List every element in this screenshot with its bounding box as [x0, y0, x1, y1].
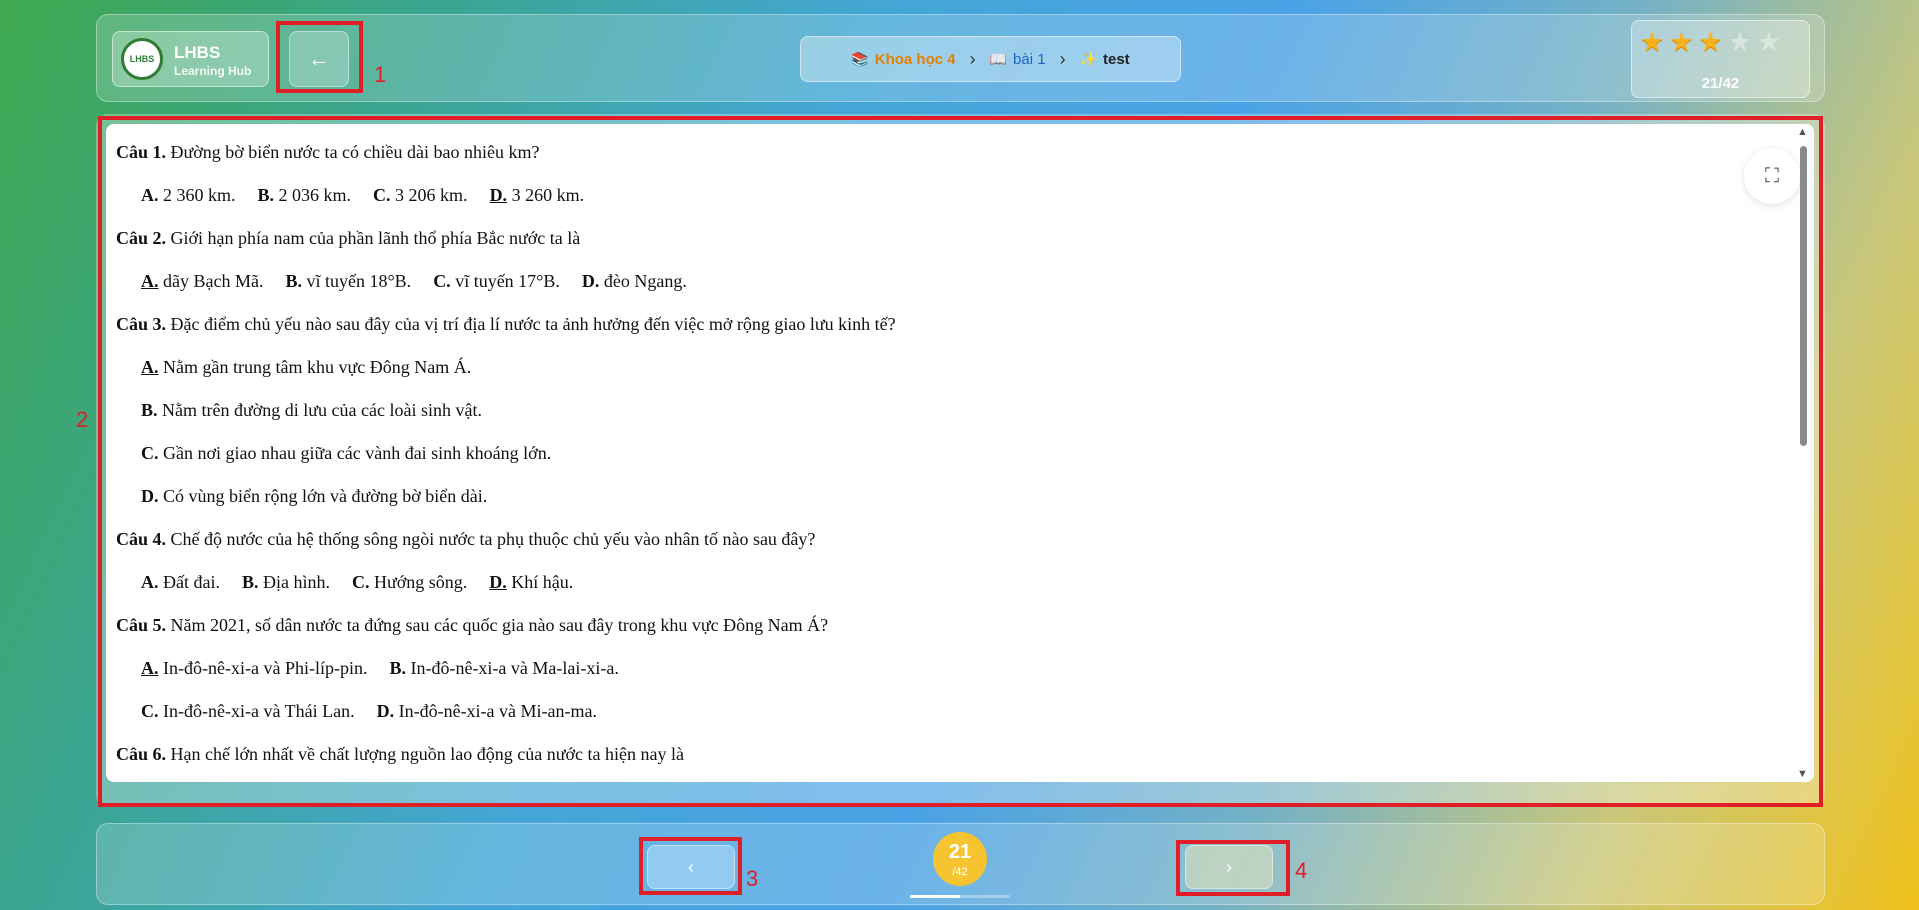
breadcrumb-current-label: test [1103, 50, 1130, 68]
annotation-box-2 [98, 116, 1823, 807]
app-logo[interactable]: LHBS LHBS Learning Hub [112, 31, 269, 87]
star-empty-icon: ★ [1727, 27, 1752, 57]
page-progress-bar [910, 895, 1010, 898]
logo-badge-icon: LHBS [121, 38, 163, 80]
annotation-box-1 [276, 21, 363, 93]
star-filled-icon: ★ [1698, 27, 1723, 57]
logo-subtitle: Learning Hub [174, 64, 252, 78]
books-icon: 📚 [851, 50, 869, 67]
annotation-label-4: 4 [1295, 858, 1308, 883]
annotation-box-4 [1176, 840, 1290, 896]
annotation-label-3: 3 [746, 866, 759, 891]
annotation-box-3 [639, 837, 742, 895]
star-empty-icon: ★ [1756, 27, 1782, 57]
logo-name: LHBS [174, 43, 221, 62]
annotation-label-1: 1 [374, 62, 387, 87]
book-icon: 📖 [989, 50, 1008, 67]
star-filled-icon: ★ [1669, 27, 1694, 57]
page-current: 21 [948, 840, 972, 863]
breadcrumb-lesson-label: bài 1 [1013, 50, 1046, 68]
chevron-right-icon: › [969, 48, 976, 69]
annotation-label-2: 2 [76, 407, 89, 432]
star-filled-icon: ★ [1640, 27, 1665, 57]
progress-stars-panel: ★ ★ ★ ★ ★ 21/42 [1631, 20, 1810, 98]
sparkles-icon: ✨ [1079, 50, 1097, 67]
progress-count: 21/42 [1701, 75, 1740, 92]
breadcrumb: 📚 Khoa học 4 › 📖 bài 1 › ✨ test [800, 36, 1181, 82]
page-total: /42 [952, 865, 968, 878]
page-indicator: 21 /42 [933, 832, 987, 886]
breadcrumb-course[interactable]: 📚 Khoa học 4 [851, 51, 955, 68]
chevron-right-icon: › [1059, 48, 1066, 69]
breadcrumb-course-label: Khoa học 4 [874, 50, 956, 68]
breadcrumb-current: ✨ test [1080, 51, 1130, 68]
breadcrumb-lesson[interactable]: 📖 bài 1 [990, 51, 1046, 68]
star-rating: ★ ★ ★ ★ ★ [1640, 29, 1781, 56]
bottom-navigation: ‹ 21 /42 › [96, 823, 1825, 905]
page-progress-fill [910, 895, 960, 898]
